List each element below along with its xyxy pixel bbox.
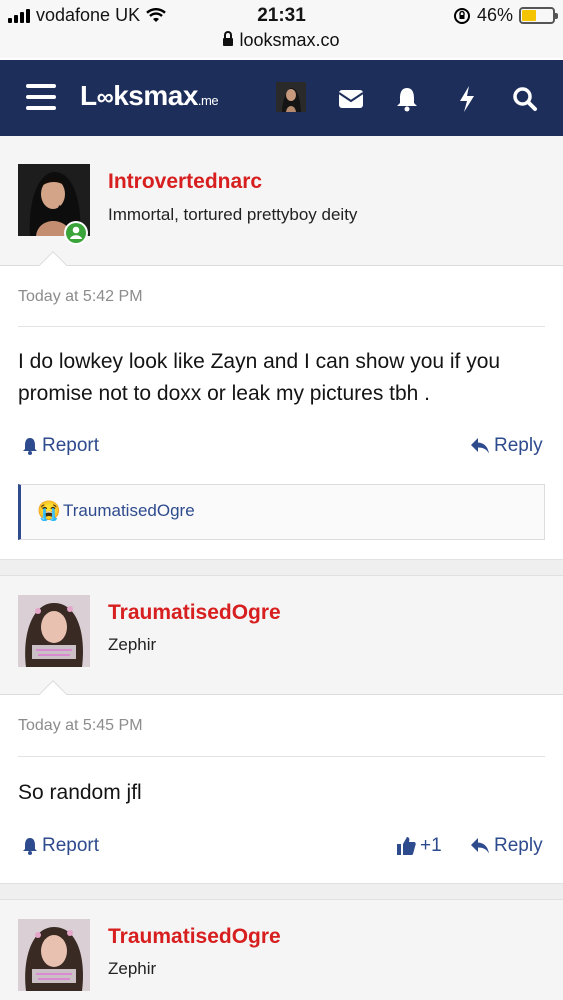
header-pointer (36, 677, 70, 695)
like-count: +1 (420, 835, 442, 856)
battery-percent: 46% (476, 5, 513, 25)
envelope-icon[interactable] (336, 84, 366, 114)
online-status-icon (64, 221, 88, 245)
post-message: So random jfl (18, 781, 142, 804)
thumbs-up-icon (397, 837, 416, 855)
post-separator (0, 559, 563, 575)
reply-label: Reply (494, 435, 543, 456)
post: TraumatisedOgre Zephir Today at 5:45 PM … (0, 575, 563, 885)
bolt-icon[interactable] (452, 84, 482, 114)
address-bar[interactable]: looksmax.co (0, 30, 563, 51)
report-button[interactable]: Report (22, 835, 99, 857)
bell-icon (23, 838, 37, 855)
reaction-emoji: 😭 (37, 501, 61, 522)
site-logo[interactable]: L∞ksmax.me (80, 80, 219, 112)
bell-icon (23, 438, 37, 455)
header-pointer (36, 248, 70, 266)
orientation-lock-icon (453, 7, 470, 24)
reactions-bar[interactable]: 😭 TraumatisedOgre (18, 484, 545, 540)
reply-label: Reply (494, 835, 543, 856)
post: TraumatisedOgre Zephir (0, 899, 563, 1000)
report-label: Report (42, 435, 100, 456)
user-title: Zephir (108, 635, 157, 654)
post-author[interactable]: TraumatisedOgre (108, 925, 281, 949)
like-button[interactable]: +1 (396, 835, 442, 857)
search-icon[interactable] (510, 84, 540, 114)
post: Introvertednarc Immortal, tortured prett… (0, 136, 563, 566)
bell-icon[interactable] (392, 84, 422, 114)
url-text: looksmax.co (239, 30, 340, 50)
menu-icon[interactable] (26, 84, 56, 111)
reply-icon (471, 838, 489, 854)
post-author[interactable]: Introvertednarc (108, 170, 262, 194)
reaction-user[interactable]: TraumatisedOgre (63, 501, 195, 521)
reply-icon (471, 438, 489, 454)
reply-button[interactable]: Reply (470, 435, 543, 457)
post-header: Introvertednarc Immortal, tortured prett… (0, 136, 563, 266)
status-bar: vodafone UK 21:31 46% looksmax.co (0, 0, 563, 58)
report-label: Report (42, 835, 100, 856)
lock-icon (223, 31, 234, 46)
avatar[interactable] (18, 595, 90, 667)
report-button[interactable]: Report (22, 435, 99, 457)
user-title: Zephir (108, 959, 157, 978)
user-title: Immortal, tortured prettyboy deity (108, 205, 358, 224)
post-timestamp[interactable]: Today at 5:45 PM (18, 717, 143, 735)
post-separator (0, 883, 563, 899)
post-message: I do lowkey look like Zayn and I can sho… (18, 350, 501, 405)
post-timestamp[interactable]: Today at 5:42 PM (18, 288, 143, 306)
divider (18, 756, 545, 757)
post-author[interactable]: TraumatisedOgre (108, 601, 281, 625)
post-header: TraumatisedOgre Zephir (0, 899, 563, 1000)
divider (18, 326, 545, 327)
reply-button[interactable]: Reply (470, 835, 543, 857)
nav-user-avatar[interactable] (276, 82, 306, 112)
avatar[interactable] (18, 919, 90, 991)
battery-icon (519, 7, 558, 24)
post-header: TraumatisedOgre Zephir (0, 575, 563, 695)
battery-info: 46% (453, 5, 558, 26)
